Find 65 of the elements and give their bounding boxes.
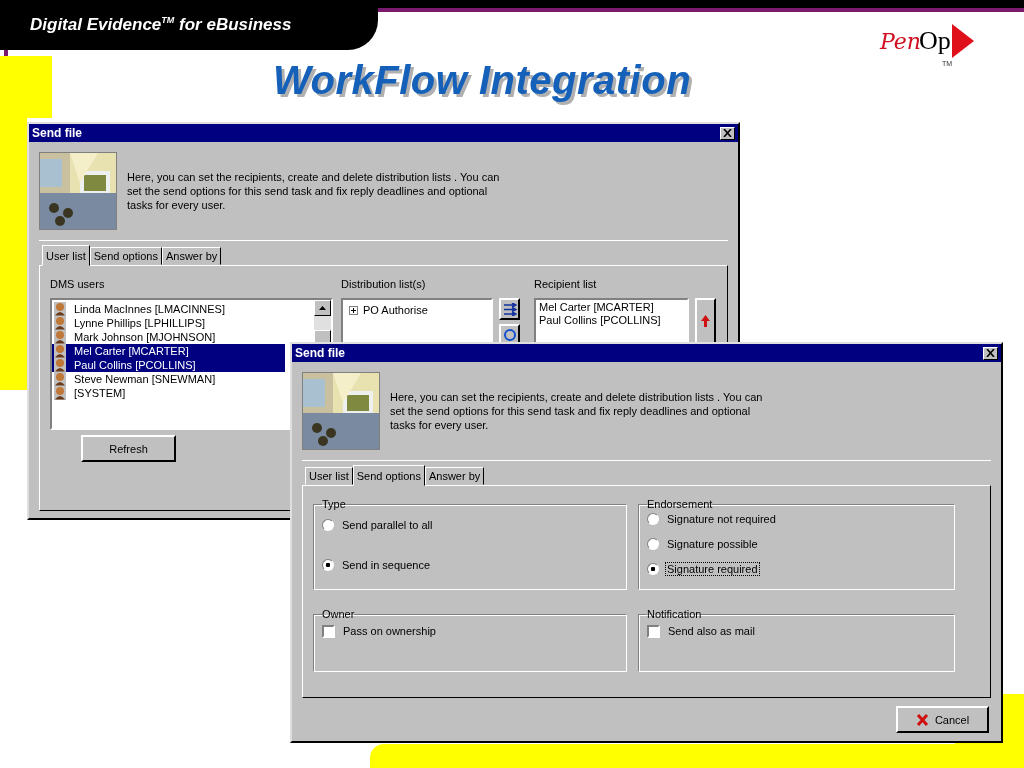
checkbox[interactable]	[322, 624, 335, 638]
radio-label[interactable]: Signature required	[665, 562, 760, 576]
radio-button[interactable]	[322, 519, 334, 531]
radio-button[interactable]	[647, 563, 659, 575]
person-icon	[54, 316, 66, 330]
checkbox[interactable]	[647, 624, 660, 638]
list-label: DMS users	[50, 278, 106, 292]
person-icon	[54, 372, 66, 386]
user-list-item[interactable]: Mark Johnson [MJOHNSON]	[52, 330, 285, 344]
slide-title: WorkFlow Integration	[272, 58, 692, 103]
recipient-list-item[interactable]: Paul Collins [PCOLLINS]	[539, 314, 684, 327]
user-list-item[interactable]: Linda MacInnes [LMACINNES]	[52, 302, 285, 316]
person-icon	[54, 302, 66, 316]
header-text: Digital Evidence$^{TM}$ for eBusiness	[30, 15, 292, 35]
logo-text: Op	[919, 26, 951, 56]
radio-label[interactable]: Signature possible	[665, 537, 760, 551]
group-title: Owner	[322, 608, 355, 620]
checkbox-label[interactable]: Send also as mail	[666, 624, 757, 638]
add-all-button[interactable]	[499, 298, 520, 320]
expander-icon[interactable]	[349, 305, 358, 315]
group-title: Endorsement	[647, 498, 713, 510]
logo-text: Pen	[880, 28, 921, 54]
list-label: Recipient list	[534, 278, 598, 292]
radio-label[interactable]: Signature not required	[665, 512, 778, 526]
tab[interactable]: User list	[42, 245, 90, 266]
radio-label[interactable]: Send parallel to all	[340, 518, 435, 532]
group-title: Type	[322, 498, 346, 510]
radio-button[interactable]	[647, 538, 659, 550]
tab[interactable]: User list	[305, 467, 353, 485]
user-list-item[interactable]: Steve Newman [SNEWMAN]	[52, 372, 285, 386]
window-title: Send file	[32, 126, 82, 140]
tab[interactable]: Answer by	[424, 467, 485, 485]
intro-text: Here, you can set the recipients, create and delete distribution lists . You can set the send options for this send task and fix reply deadlines and optional tasks for every user.	[127, 170, 501, 212]
move-up-button[interactable]	[695, 298, 716, 344]
radio-label[interactable]: Send in sequence	[340, 558, 433, 572]
person-icon	[54, 344, 66, 358]
user-list-item[interactable]: Lynne Phillips [LPHILLIPS]	[52, 316, 285, 330]
up-arrow-icon	[701, 315, 710, 327]
cross-icon	[915, 713, 929, 726]
close-button[interactable]	[983, 346, 998, 360]
close-button[interactable]	[720, 126, 735, 140]
arrow-icon	[951, 24, 974, 58]
person-icon	[54, 330, 66, 344]
user-list-item[interactable]: Paul Collins [PCOLLINS]	[52, 358, 285, 372]
window-title: Send file	[295, 346, 345, 360]
recipient-list-item[interactable]: Mel Carter [MCARTER]	[539, 301, 684, 314]
person-icon	[54, 358, 66, 372]
tab[interactable]: Send options	[89, 247, 162, 265]
cancel-button[interactable]: Cancel	[896, 706, 989, 733]
intro-text: Here, you can set the recipients, create and delete distribution lists . You can set the send options for this send task and fix reply deadlines and optional tasks for every user.	[390, 390, 764, 432]
move-all-icon	[502, 302, 517, 316]
group-title: Notification	[647, 608, 702, 620]
radio-button[interactable]	[322, 559, 334, 571]
list-label: Distribution list(s)	[341, 278, 427, 292]
tab[interactable]: Send options	[352, 465, 425, 486]
radio-button[interactable]	[647, 513, 659, 525]
refresh-button[interactable]: Refresh	[81, 435, 176, 462]
person-icon	[54, 386, 66, 400]
tab[interactable]: Answer by	[161, 247, 222, 265]
up-arrow-icon	[319, 306, 326, 310]
tree-item[interactable]: PO Authorise	[349, 304, 485, 316]
circular-arrows-icon	[502, 328, 517, 342]
checkbox-label[interactable]: Pass on ownership	[341, 624, 438, 638]
user-list-item[interactable]: Mel Carter [MCARTER]	[52, 344, 285, 358]
user-list-item[interactable]: [SYSTEM]	[52, 386, 285, 400]
